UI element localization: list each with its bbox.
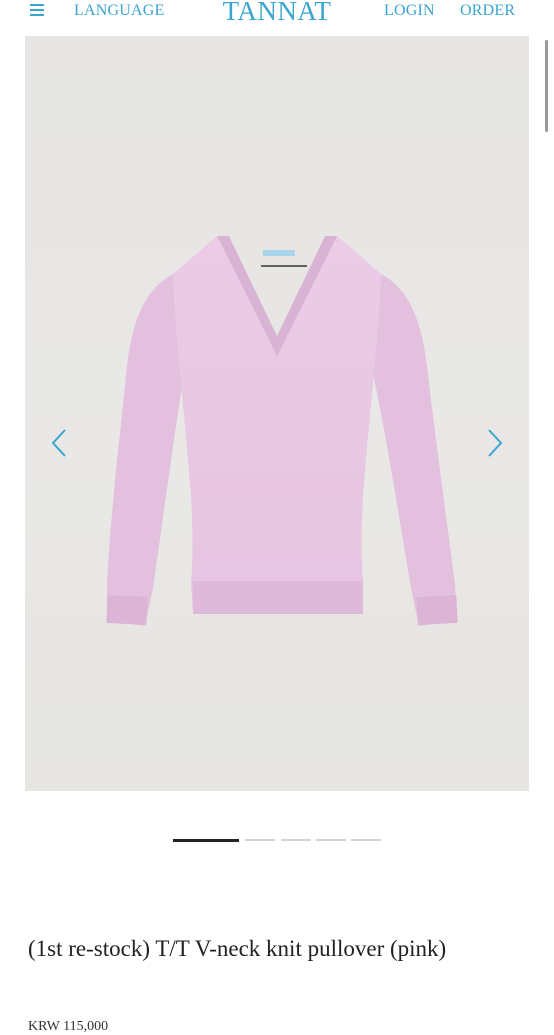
slide-dot-5[interactable]: [351, 839, 381, 841]
chevron-left-icon[interactable]: [48, 426, 70, 460]
site-logo[interactable]: TANNAT: [223, 0, 332, 26]
slide-dot-4[interactable]: [316, 839, 346, 841]
slide-dot-1[interactable]: [173, 839, 239, 842]
language-link[interactable]: LANGUAGE: [74, 2, 164, 20]
slide-pager: [0, 839, 554, 843]
site-header: LANGUAGE TANNAT LOGIN ORDER: [0, 0, 554, 28]
sweater-illustration: [106, 236, 458, 626]
product-title: (1st re-stock) T/T V-neck knit pullover …: [28, 936, 447, 961]
product-image[interactable]: [25, 36, 529, 791]
slide-dot-3[interactable]: [281, 839, 311, 841]
login-link[interactable]: LOGIN: [384, 2, 435, 20]
slide-dot-2[interactable]: [245, 839, 275, 841]
page-scrollbar[interactable]: [545, 40, 548, 132]
chevron-right-icon[interactable]: [484, 426, 506, 460]
hamburger-menu-icon[interactable]: [30, 4, 44, 18]
order-link[interactable]: ORDER: [460, 2, 515, 20]
